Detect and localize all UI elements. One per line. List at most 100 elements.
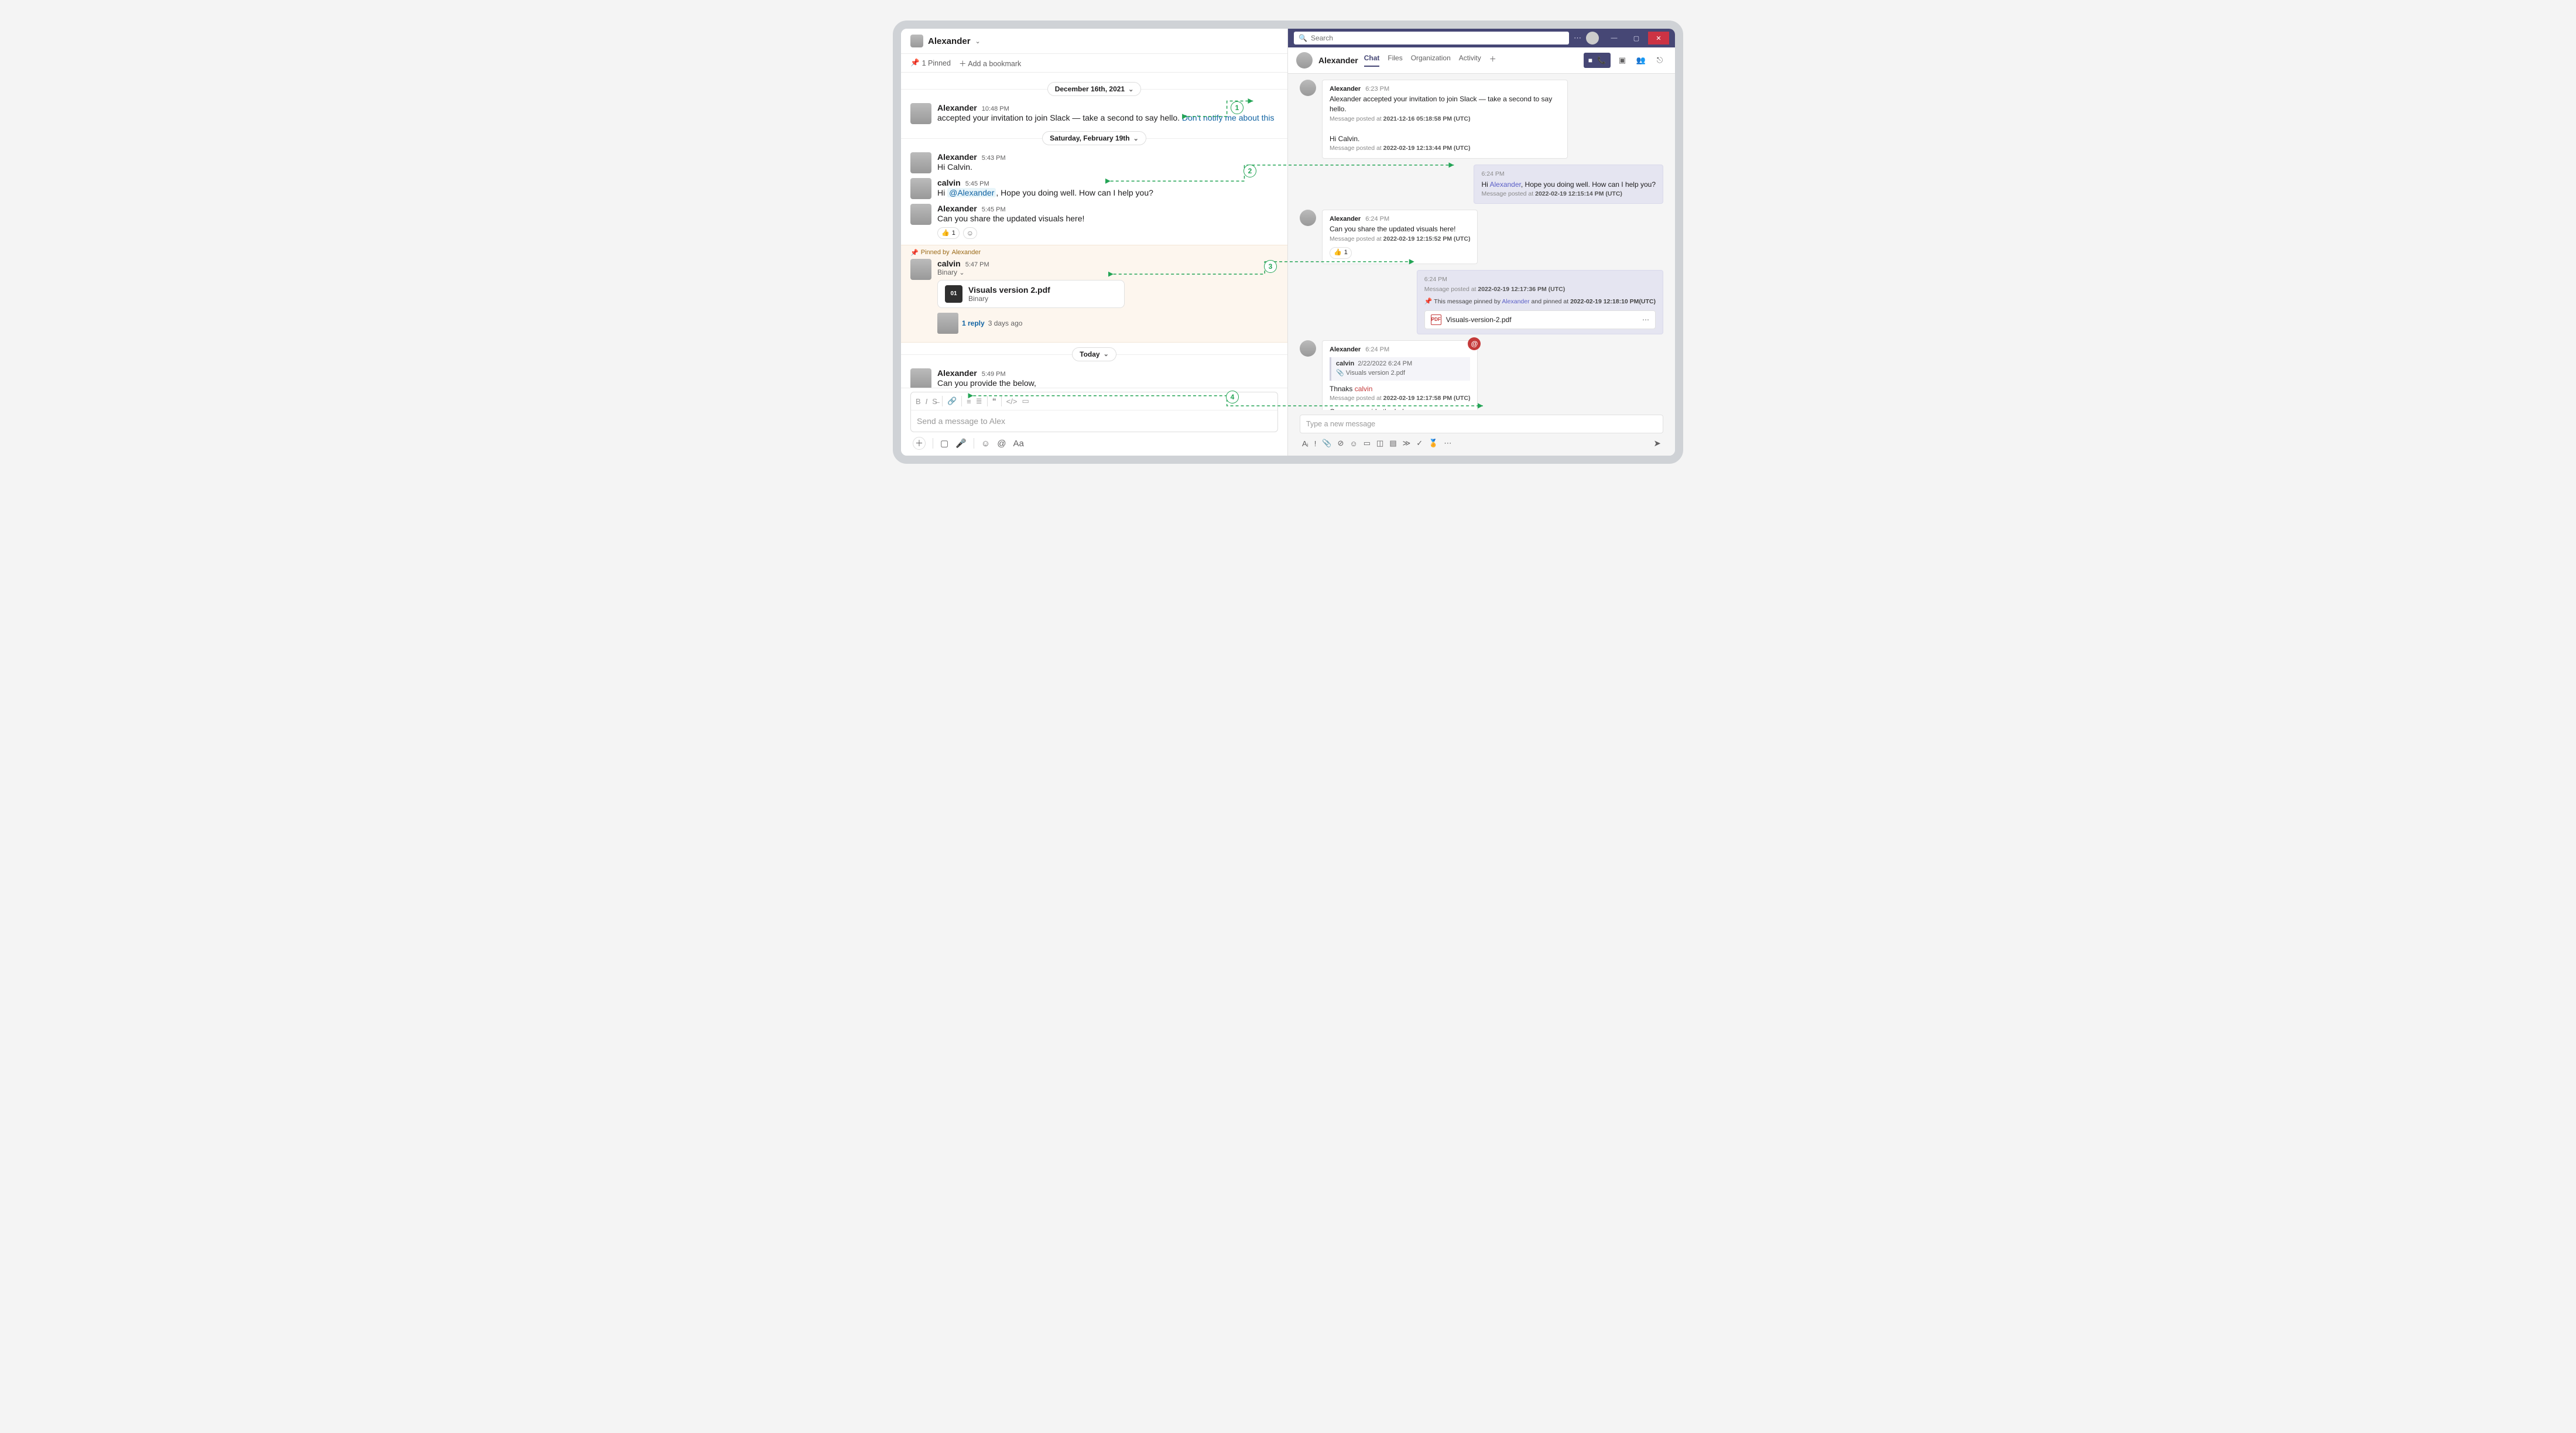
sender-name[interactable]: Alexander <box>937 368 977 378</box>
timestamp: 5:45 PM <box>965 180 989 187</box>
reaction[interactable]: 👍1 <box>937 227 960 239</box>
format-toolbar: B I S̶ 🔗 ≡ ≣ ❝ </> ▭ <box>911 392 1277 411</box>
thread-reply-link[interactable]: 1 reply <box>962 319 985 327</box>
sticker-icon[interactable]: ◫ <box>1376 439 1383 448</box>
more-icon[interactable]: ⋯ <box>1642 315 1649 325</box>
strike-icon[interactable]: S̶ <box>932 397 937 406</box>
timestamp: 6:24 PM <box>1424 275 1656 284</box>
message-input[interactable]: Type a new message <box>1300 415 1663 433</box>
file-attachment[interactable]: PDF Visuals-version-2.pdf ⋯ <box>1424 310 1656 329</box>
format-icon[interactable]: Aᵢ <box>1302 439 1308 448</box>
pin-icon: 📌 <box>910 249 919 256</box>
message-bubble: 6:24 PM Hi Alexander, Hope you doing wel… <box>1474 165 1663 204</box>
avatar <box>910 152 931 173</box>
bold-icon[interactable]: B <box>916 397 921 406</box>
tab-organization[interactable]: Organization <box>1411 54 1451 67</box>
date-divider[interactable]: December 16th, 2021 ⌄ <box>1047 82 1142 96</box>
avatar <box>1300 340 1316 357</box>
sender-name[interactable]: calvin <box>937 259 961 268</box>
screenshare-icon[interactable]: ▣ <box>1615 53 1629 67</box>
timestamp: 5:49 PM <box>982 371 1006 378</box>
sender-name[interactable]: Alexander <box>937 103 977 112</box>
priority-icon[interactable]: ! <box>1314 439 1317 448</box>
mention-badge-icon: @ <box>1468 337 1481 350</box>
loop-icon[interactable]: ⊘ <box>1338 439 1344 448</box>
mention[interactable]: calvin <box>1355 385 1373 393</box>
chevron-down-icon: ⌄ <box>1128 85 1133 93</box>
mic-icon[interactable]: 🎤 <box>955 438 967 449</box>
add-reaction-icon[interactable]: ☺ <box>963 227 977 239</box>
close-icon[interactable]: ✕ <box>1648 32 1669 45</box>
avatar[interactable] <box>1586 32 1599 45</box>
bullet-list-icon[interactable]: ≣ <box>976 396 982 406</box>
mention[interactable]: Alexander <box>1489 180 1520 189</box>
attach-icon[interactable]: 📎 <box>1322 439 1331 448</box>
pinned-label: 📌 Pinned by Alexander <box>910 249 1278 256</box>
reaction[interactable]: 👍1 <box>1330 247 1352 259</box>
search-input[interactable]: 🔍 Search <box>1294 32 1569 45</box>
sender-name[interactable]: calvin <box>937 178 961 187</box>
italic-icon[interactable]: I <box>926 397 928 406</box>
pdf-icon: PDF <box>1431 314 1441 325</box>
file-attachment[interactable]: 01 Visuals version 2.pdf Binary <box>937 280 1125 308</box>
timestamp: 6:23 PM <box>1365 85 1389 94</box>
sender-name[interactable]: Alexander <box>937 152 977 162</box>
plus-icon[interactable]: ＋ <box>913 437 926 450</box>
channel-title[interactable]: Alexander <box>928 36 971 46</box>
avatar <box>1300 210 1316 226</box>
sender-name: Alexander <box>1330 346 1361 355</box>
video-icon[interactable]: ▢ <box>940 438 948 449</box>
gif-icon[interactable]: ▭ <box>1364 439 1371 448</box>
message: calvin5:45 PM Hi @Alexander, Hope you do… <box>901 176 1287 201</box>
sender-name: Alexander <box>1330 85 1361 94</box>
sender-name[interactable]: Alexander <box>937 204 977 213</box>
more-icon[interactable]: ⋯ <box>1574 33 1581 43</box>
tab-chat[interactable]: Chat <box>1364 54 1380 67</box>
date-divider[interactable]: Today ⌄ <box>1072 347 1116 361</box>
chevron-down-icon[interactable]: ⌄ <box>975 37 981 45</box>
message: Alexander10:48 PM accepted your invitati… <box>901 101 1287 126</box>
popout-icon[interactable]: ⎋ <box>1653 53 1667 67</box>
message-bubble: Alexander6:24 PM Can you share the updat… <box>1322 210 1478 264</box>
pin-icon: 📌 <box>1424 298 1433 305</box>
approvals-icon[interactable]: ✓ <box>1416 439 1423 448</box>
message: Alexander5:49 PM Can you provide the bel… <box>901 366 1287 388</box>
chat-title: Alexander <box>1318 56 1358 65</box>
blockquote-icon[interactable]: ❝ <box>992 396 996 406</box>
avatar <box>910 178 931 199</box>
format-icon[interactable]: Aa <box>1013 439 1023 449</box>
pinned-count[interactable]: 📌 1 Pinned <box>910 59 951 67</box>
praise-icon[interactable]: 🏅 <box>1429 439 1438 448</box>
add-people-icon[interactable]: 👥 <box>1634 53 1648 67</box>
chevron-down-icon[interactable]: ⌄ <box>959 269 964 276</box>
stream-icon[interactable]: ≫ <box>1403 439 1411 448</box>
minimize-icon[interactable]: — <box>1604 32 1625 45</box>
message-input[interactable]: Send a message to Alex <box>911 411 1277 432</box>
search-icon: 🔍 <box>1299 34 1307 42</box>
link-icon[interactable]: 🔗 <box>947 396 957 406</box>
maximize-icon[interactable]: ▢ <box>1626 32 1647 45</box>
mention-icon[interactable]: @ <box>997 439 1006 449</box>
call-icon: 📞 <box>1597 56 1606 64</box>
avatar <box>910 35 923 47</box>
mention[interactable]: @Alexander <box>947 188 996 197</box>
more-icon[interactable]: ⋯ <box>1444 439 1451 448</box>
message-bubble: 6:24 PM Message posted at 2022-02-19 12:… <box>1417 270 1663 334</box>
code-icon[interactable]: </> <box>1006 397 1018 406</box>
chevron-down-icon: ⌄ <box>1104 350 1109 358</box>
message: Alexander5:43 PM Hi Calvin. <box>901 150 1287 176</box>
add-tab-icon[interactable]: ＋ <box>1489 54 1496 67</box>
tab-activity[interactable]: Activity <box>1459 54 1481 67</box>
dont-notify-link[interactable]: Don't notify me about this <box>1182 113 1275 122</box>
date-divider[interactable]: Saturday, February 19th ⌄ <box>1042 131 1146 145</box>
ordered-list-icon[interactable]: ≡ <box>967 397 971 406</box>
codeblock-icon[interactable]: ▭ <box>1022 396 1029 406</box>
emoji-icon[interactable]: ☺ <box>981 439 990 449</box>
avatar <box>910 259 931 280</box>
send-icon[interactable]: ➤ <box>1653 438 1661 449</box>
schedule-icon[interactable]: ▤ <box>1389 439 1396 448</box>
call-buttons[interactable]: ■ 📞 <box>1584 53 1611 68</box>
add-bookmark[interactable]: ＋ Add a bookmark <box>959 57 1021 69</box>
emoji-icon[interactable]: ☺ <box>1349 439 1357 448</box>
tab-files[interactable]: Files <box>1388 54 1402 67</box>
